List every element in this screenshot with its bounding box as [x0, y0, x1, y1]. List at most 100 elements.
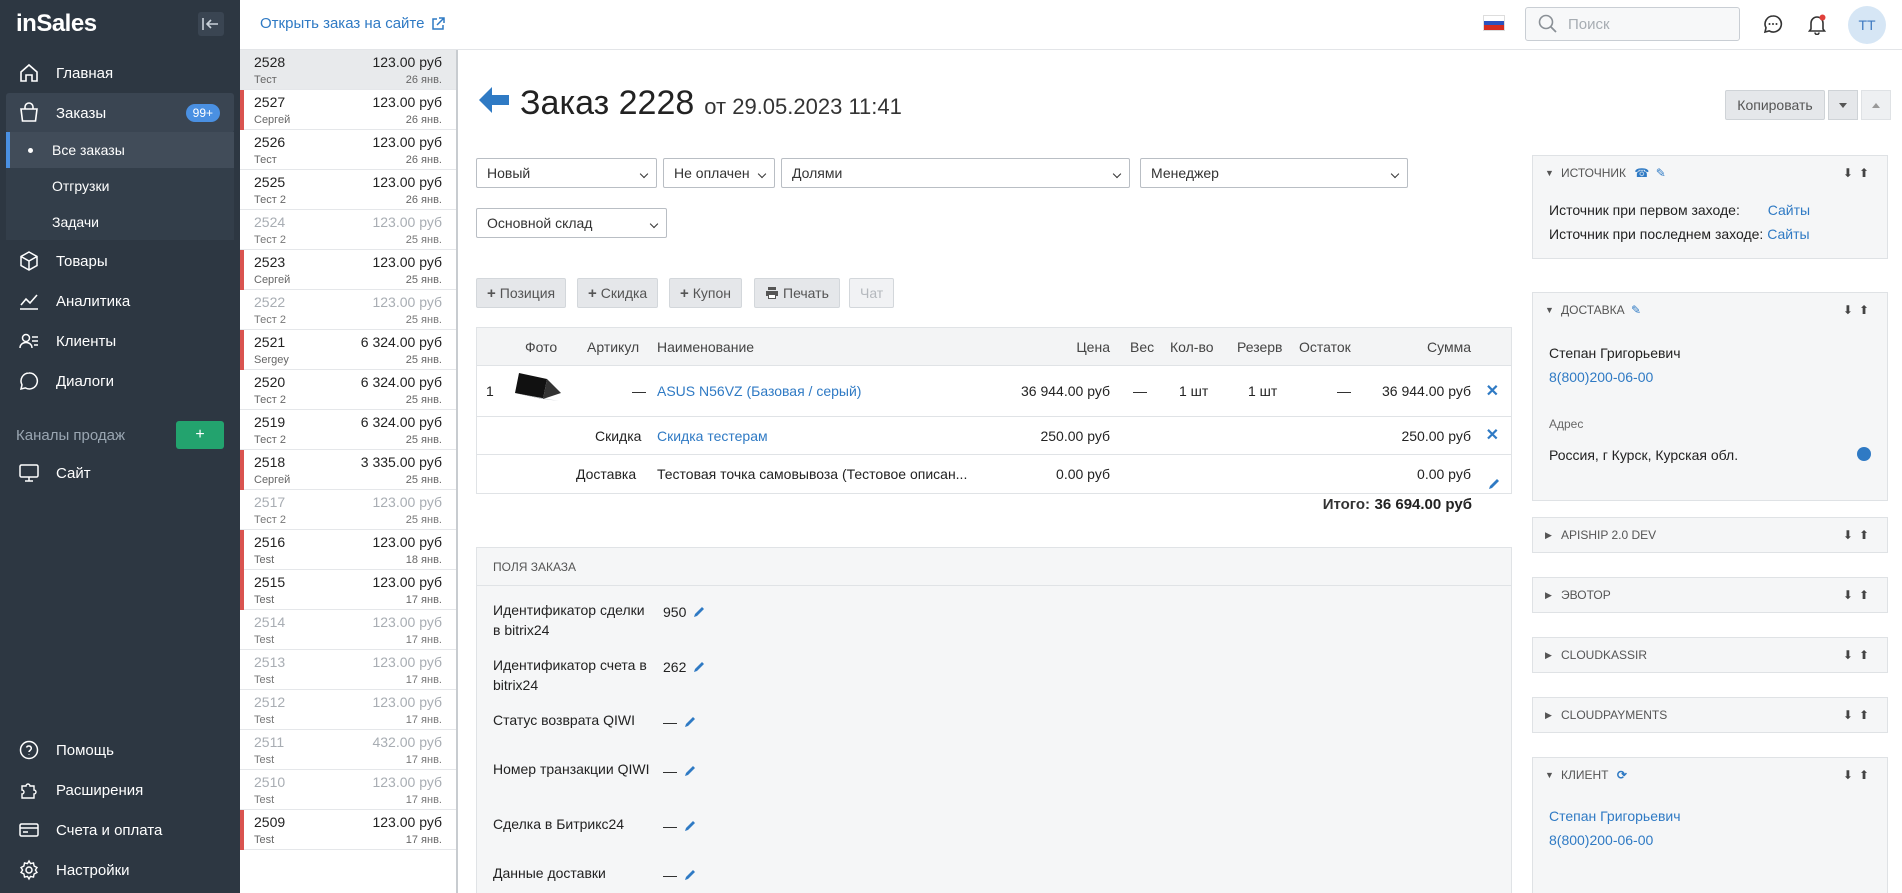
order-list-item[interactable]: 2528 123.00 руб Тест 26 янв. — [240, 50, 456, 90]
remove-discount-icon[interactable]: ✕ — [1486, 417, 1499, 455]
order-total: Итого: 36 694.00 руб — [476, 490, 1512, 520]
order-list-item[interactable]: 2517 123.00 руб Тест 2 25 янв. — [240, 490, 456, 530]
collapsed-panel-header[interactable]: ▶ CloudKassir ⬇⬆ — [1533, 638, 1887, 672]
edit-pencil-icon[interactable] — [683, 819, 697, 833]
nav-dialogs[interactable]: Диалоги — [0, 361, 240, 401]
chat-button[interactable]: Чат — [849, 278, 895, 308]
order-list-item[interactable]: 2514 123.00 руб Test 17 янв. — [240, 610, 456, 650]
language-flag-icon[interactable] — [1483, 15, 1505, 31]
add-coupon-button[interactable]: + Купон — [669, 278, 743, 308]
messages-icon[interactable] — [1761, 12, 1785, 36]
discount-link[interactable]: Скидка тестерам — [657, 417, 768, 455]
last-source-link[interactable]: Сайты — [1767, 226, 1809, 242]
move-arrows-icon[interactable]: ⬇⬆ — [1843, 293, 1875, 327]
client-phone[interactable]: 8(800)200-06-00 — [1549, 828, 1871, 852]
caret-down-icon: ▼ — [1545, 305, 1554, 315]
order-list-item[interactable]: 2518 3 335.00 руб Сергей 25 янв. — [240, 450, 456, 490]
sub-all-orders[interactable]: Все заказы — [6, 132, 234, 168]
first-source-link[interactable]: Сайты — [1768, 202, 1810, 218]
order-list-item[interactable]: 2519 6 324.00 руб Тест 2 25 янв. — [240, 410, 456, 450]
caret-down-icon — [1839, 102, 1847, 108]
sub-shipments[interactable]: Отгрузки — [6, 168, 234, 204]
notifications-bell-icon[interactable] — [1805, 12, 1829, 36]
order-list-item[interactable]: 2521 6 324.00 руб Sergey 25 янв. — [240, 330, 456, 370]
order-list-item[interactable]: 2509 123.00 руб Test 17 янв. — [240, 810, 456, 850]
edit-pencil-icon[interactable] — [683, 764, 697, 778]
nav-orders[interactable]: Заказы 99+ — [6, 93, 234, 133]
move-arrows-icon[interactable]: ⬇⬆ — [1843, 578, 1875, 612]
order-list-item[interactable]: 2526 123.00 руб Тест 26 янв. — [240, 130, 456, 170]
collapsed-panel-header[interactable]: ▶ Apiship 2.0 dev ⬇⬆ — [1533, 518, 1887, 552]
move-arrows-icon[interactable]: ⬇⬆ — [1843, 518, 1875, 552]
qty-value[interactable]: 1 шт — [1179, 366, 1208, 417]
move-arrows-icon[interactable]: ⬇⬆ — [1843, 698, 1875, 732]
order-list-item[interactable]: 2516 123.00 руб Test 18 янв. — [240, 530, 456, 570]
client-name-link[interactable]: Степан Григорьевич — [1549, 804, 1871, 828]
nav-analytics[interactable]: Аналитика — [0, 281, 240, 321]
nav-help[interactable]: Помощь — [0, 730, 240, 770]
search-input[interactable] — [1568, 15, 1728, 33]
edit-pencil-icon[interactable] — [683, 868, 697, 882]
copy-dropdown-button[interactable] — [1828, 90, 1858, 120]
refresh-icon[interactable]: ⟳ — [1617, 768, 1627, 782]
globe-icon[interactable] — [1857, 447, 1871, 461]
order-list-item[interactable]: 2525 123.00 руб Тест 2 26 янв. — [240, 170, 456, 210]
order-customer: Сергей — [254, 274, 291, 286]
order-list-item[interactable]: 2510 123.00 руб Test 17 янв. — [240, 770, 456, 810]
print-button[interactable]: Печать — [754, 278, 840, 308]
plus-icon: + — [487, 284, 496, 302]
collapse-sidebar-button[interactable] — [198, 12, 224, 36]
nav-site[interactable]: Сайт — [0, 453, 240, 493]
move-arrows-icon[interactable]: ⬇⬆ — [1843, 638, 1875, 672]
collapsed-panel-header[interactable]: ▶ Эвотор ⬇⬆ — [1533, 578, 1887, 612]
product-photo[interactable] — [513, 367, 563, 415]
edit-pencil-icon[interactable]: ✎ — [1656, 166, 1666, 180]
edit-pencil-icon[interactable] — [692, 660, 706, 674]
collapsed-panel-header[interactable]: ▶ CloudPayments ⬇⬆ — [1533, 698, 1887, 732]
order-list-item[interactable]: 2527 123.00 руб Сергей 26 янв. — [240, 90, 456, 130]
client-panel-header[interactable]: ▼ Клиент ⟳ ⬇⬆ — [1533, 758, 1887, 792]
order-list-item[interactable]: 2524 123.00 руб Тест 2 25 янв. — [240, 210, 456, 250]
collapse-header-button[interactable] — [1861, 90, 1891, 120]
nav-extensions[interactable]: Расширения — [0, 770, 240, 810]
add-position-button[interactable]: + Позиция — [476, 278, 567, 308]
nav-home[interactable]: Главная — [0, 53, 240, 93]
user-avatar[interactable]: TT — [1848, 6, 1886, 44]
app-logo[interactable]: inSales — [16, 10, 97, 38]
delivery-panel-header[interactable]: ▼ Доставка ✎ ⬇⬆ — [1533, 293, 1887, 327]
edit-pencil-icon[interactable]: ✎ — [1631, 303, 1641, 317]
back-arrow-icon[interactable] — [478, 86, 510, 114]
remove-item-icon[interactable]: ✕ — [1486, 366, 1499, 417]
add-discount-button[interactable]: + Скидка — [577, 278, 659, 308]
order-date: 17 янв. — [405, 834, 442, 846]
nav-billing[interactable]: Счета и оплата — [0, 810, 240, 850]
edit-pencil-icon[interactable] — [692, 605, 706, 619]
order-list-item[interactable]: 2512 123.00 руб Test 17 янв. — [240, 690, 456, 730]
delivery-phone[interactable]: 8(800)200-06-00 — [1549, 365, 1871, 389]
nav-settings[interactable]: Настройки — [0, 850, 240, 890]
copy-button[interactable]: Копировать — [1725, 90, 1825, 120]
order-number: 2520 — [254, 374, 286, 390]
order-list-item[interactable]: 2523 123.00 руб Сергей 25 янв. — [240, 250, 456, 290]
order-list-item[interactable]: 2513 123.00 руб Test 17 янв. — [240, 650, 456, 690]
move-arrows-icon[interactable]: ⬇⬆ — [1843, 758, 1875, 792]
order-list-item[interactable]: 2511 432.00 руб Test 17 янв. — [240, 730, 456, 770]
nav-products[interactable]: Товары — [0, 241, 240, 281]
warehouse-select[interactable]: Основной склад — [476, 208, 667, 238]
manager-select[interactable]: Менеджер — [1140, 158, 1408, 188]
sub-tasks[interactable]: Задачи — [6, 204, 234, 240]
status-select[interactable]: Новый — [476, 158, 657, 188]
edit-pencil-icon[interactable] — [683, 715, 697, 729]
source-panel-header[interactable]: ▼ Источник ☎ ✎ ⬇⬆ — [1533, 156, 1887, 190]
open-order-on-site-link[interactable]: Открыть заказ на сайте — [260, 15, 446, 32]
order-list-item[interactable]: 2520 6 324.00 руб Тест 2 25 янв. — [240, 370, 456, 410]
order-list-item[interactable]: 2522 123.00 руб Тест 2 25 янв. — [240, 290, 456, 330]
add-channel-button[interactable]: + — [176, 421, 224, 449]
move-arrows-icon[interactable]: ⬇⬆ — [1843, 156, 1875, 190]
payment-status-select[interactable]: Не оплачен — [663, 158, 775, 188]
order-list-item[interactable]: 2515 123.00 руб Test 17 янв. — [240, 570, 456, 610]
nav-clients[interactable]: Клиенты — [0, 321, 240, 361]
nav-clients-label: Клиенты — [56, 332, 117, 350]
payment-method-select[interactable]: Долями — [781, 158, 1130, 188]
product-link[interactable]: ASUS N56VZ (Базовая / серый) — [657, 366, 861, 417]
